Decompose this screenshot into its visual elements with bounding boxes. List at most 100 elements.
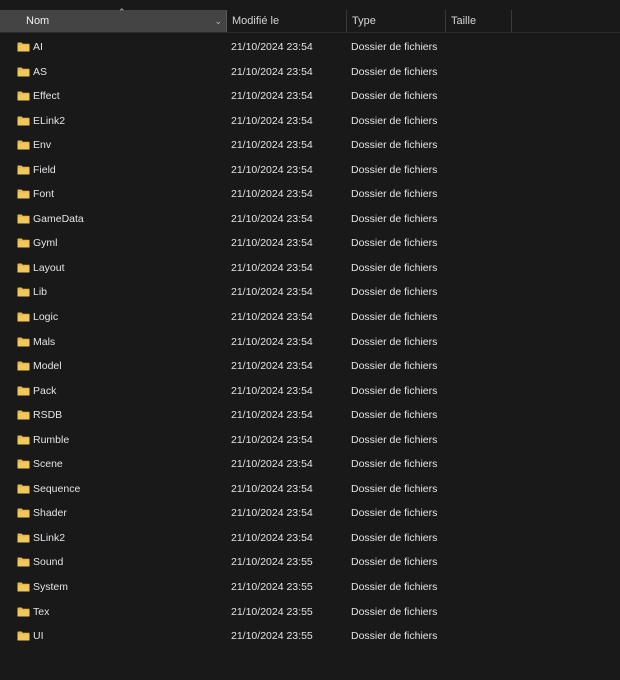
file-modified-date: 21/10/2024 23:54: [231, 311, 313, 324]
file-modified-date: 21/10/2024 23:55: [231, 630, 313, 643]
file-modified-date: 21/10/2024 23:54: [231, 286, 313, 299]
file-name: Gyml: [33, 237, 58, 250]
file-row[interactable]: GameData 21/10/2024 23:54 Dossier de fichi…: [0, 208, 620, 233]
column-header-size-label: Taille: [451, 15, 477, 27]
file-modified-date: 21/10/2024 23:54: [231, 212, 313, 225]
folder-icon: [17, 508, 30, 518]
file-type: Dossier de fichiers: [351, 360, 438, 373]
file-row[interactable]: Mals 21/10/2024 23:54 Dossier de fichiers: [0, 331, 620, 356]
file-row[interactable]: Scene 21/10/2024 23:54 Dossier de fichiers: [0, 453, 620, 478]
file-row[interactable]: Font 21/10/2024 23:54 Dossier de fichiers: [0, 183, 620, 208]
file-type: Dossier de fichiers: [351, 433, 438, 446]
file-name: Lib: [33, 286, 48, 299]
file-modified-date: 21/10/2024 23:55: [231, 605, 313, 618]
file-row[interactable]: Gyml 21/10/2024 23:54 Dossier de fichiers: [0, 232, 620, 257]
file-name: RSDB: [33, 409, 63, 422]
file-type: Dossier de fichiers: [351, 90, 438, 103]
file-name: AI: [33, 41, 43, 53]
file-name: Sequence: [33, 482, 81, 495]
file-name: Shader: [33, 507, 67, 520]
file-row[interactable]: SLink2 21/10/2024 23:54 Dossier de fichier…: [0, 527, 620, 552]
folder-icon: [17, 67, 30, 77]
folder-icon: [17, 42, 30, 52]
folder-icon: [17, 140, 30, 150]
file-modified-date: 21/10/2024 23:54: [231, 237, 313, 250]
file-modified-date: 21/10/2024 23:54: [231, 482, 313, 495]
file-type: Dossier de fichiers: [351, 605, 438, 618]
file-type: Dossier de fichiers: [351, 556, 438, 569]
file-modified-date: 21/10/2024 23:55: [231, 556, 313, 569]
file-row[interactable]: AI 21/10/2024 23:54 Dossier de fichiers: [0, 36, 620, 61]
file-row[interactable]: Rumble 21/10/2024 23:54 Dossier de fichier…: [0, 429, 620, 454]
file-modified-date: 21/10/2024 23:54: [231, 139, 313, 152]
file-name: ELink2: [33, 114, 66, 127]
file-name: Model: [33, 360, 62, 373]
file-row[interactable]: Pack 21/10/2024 23:54 Dossier de fichiers: [0, 380, 620, 405]
file-name: Scene: [33, 458, 63, 471]
folder-icon: [17, 312, 30, 322]
file-name: SLink2: [33, 531, 66, 544]
file-row[interactable]: AS 21/10/2024 23:54 Dossier de fichiers: [0, 61, 620, 86]
file-row[interactable]: Sound 21/10/2024 23:55 Dossier de fichiers: [0, 551, 620, 576]
file-row[interactable]: Layout 21/10/2024 23:54 Dossier de fichier…: [0, 257, 620, 282]
column-header-modified[interactable]: Modifié le: [227, 10, 347, 32]
file-row[interactable]: Effect 21/10/2024 23:54 Dossier de fichier…: [0, 85, 620, 110]
file-name: Font: [33, 188, 55, 201]
folder-icon: [17, 557, 30, 567]
file-type: Dossier de fichiers: [351, 212, 438, 225]
column-header-bar: ⌃ Nom ⌄ Modifié le Type Taille: [0, 7, 620, 33]
file-row[interactable]: Field 21/10/2024 23:54 Dossier de fichiers: [0, 159, 620, 184]
file-row[interactable]: System 21/10/2024 23:55 Dossier de fichier…: [0, 576, 620, 601]
folder-icon: [17, 386, 30, 396]
file-type: Dossier de fichiers: [351, 581, 438, 594]
file-type: Dossier de fichiers: [351, 409, 438, 422]
file-type: Dossier de fichiers: [351, 114, 438, 127]
file-type: Dossier de fichiers: [351, 531, 438, 544]
column-header-type-label: Type: [352, 15, 376, 27]
file-row[interactable]: RSDB 21/10/2024 23:54 Dossier de fichiers: [0, 404, 620, 429]
file-name: AS: [33, 65, 48, 78]
file-type: Dossier de fichiers: [351, 237, 438, 250]
file-type: Dossier de fichiers: [351, 261, 438, 274]
file-modified-date: 21/10/2024 23:54: [231, 41, 313, 53]
column-header-size[interactable]: Taille: [446, 10, 512, 32]
column-header-type[interactable]: Type: [347, 10, 446, 32]
file-row[interactable]: Shader 21/10/2024 23:54 Dossier de fichier…: [0, 502, 620, 527]
file-type: Dossier de fichiers: [351, 188, 438, 201]
file-modified-date: 21/10/2024 23:54: [231, 507, 313, 520]
folder-icon: [17, 116, 30, 126]
file-modified-date: 21/10/2024 23:54: [231, 409, 313, 422]
file-name: Sound: [33, 556, 64, 569]
file-row[interactable]: UI 21/10/2024 23:55 Dossier de fichiers: [0, 625, 620, 650]
file-row[interactable]: Logic 21/10/2024 23:54 Dossier de fichiers: [0, 306, 620, 331]
folder-icon: [17, 361, 30, 371]
file-row[interactable]: Lib 21/10/2024 23:54 Dossier de fichiers: [0, 281, 620, 306]
file-row[interactable]: Model 21/10/2024 23:54 Dossier de fichiers: [0, 355, 620, 380]
file-modified-date: 21/10/2024 23:54: [231, 188, 313, 201]
file-type: Dossier de fichiers: [351, 482, 438, 495]
file-type: Dossier de fichiers: [351, 384, 438, 397]
file-type: Dossier de fichiers: [351, 139, 438, 152]
file-type: Dossier de fichiers: [351, 335, 438, 348]
folder-icon: [17, 435, 30, 445]
column-header-name[interactable]: ⌃ Nom ⌄: [0, 7, 227, 32]
folder-icon: [17, 459, 30, 469]
chevron-down-icon[interactable]: ⌄: [214, 10, 222, 32]
folder-icon: [17, 337, 30, 347]
sort-ascending-icon: ⌃: [118, 7, 126, 17]
file-type: Dossier de fichiers: [351, 65, 438, 78]
file-modified-date: 21/10/2024 23:55: [231, 581, 313, 594]
folder-icon: [17, 214, 30, 224]
folder-icon: [17, 263, 30, 273]
folder-icon: [17, 91, 30, 101]
file-row[interactable]: Env 21/10/2024 23:54 Dossier de fichiers: [0, 134, 620, 159]
file-name: UI: [33, 630, 44, 643]
file-name: Rumble: [33, 433, 70, 446]
file-row[interactable]: ELink2 21/10/2024 23:54 Dossier de fichier…: [0, 110, 620, 135]
file-type: Dossier de fichiers: [351, 458, 438, 471]
file-row[interactable]: Tex 21/10/2024 23:55 Dossier de fichiers: [0, 601, 620, 626]
file-modified-date: 21/10/2024 23:54: [231, 458, 313, 471]
file-row[interactable]: Sequence 21/10/2024 23:54 Dossier de fichi…: [0, 478, 620, 503]
folder-icon: [17, 582, 30, 592]
folder-icon: [17, 410, 30, 420]
